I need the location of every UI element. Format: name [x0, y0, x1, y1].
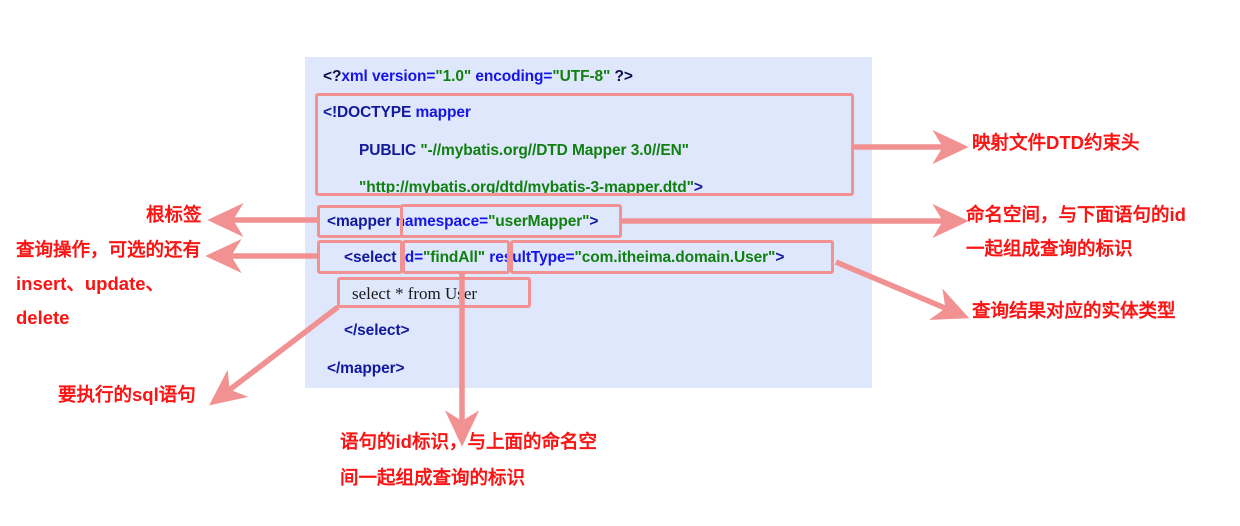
code-line-xml-declaration: <?xml version="1.0" encoding="UTF-8" ?>: [323, 68, 633, 86]
annotation-result-type: 查询结果对应的实体类型: [972, 300, 1176, 321]
annotation-sql-statement: 要执行的sql语句: [58, 384, 196, 405]
sql-highlight-box: [337, 277, 531, 308]
select-close-tag: </select>: [344, 322, 410, 339]
select-tag-highlight-box: [317, 240, 403, 274]
xml-decl-encoding-key: encoding=: [475, 68, 553, 85]
annotation-id-note-line2: 间一起组成查询的标识: [340, 467, 526, 488]
annotation-query-op-line2: insert、update、: [16, 273, 165, 294]
annotation-id-note-line1: 语句的id标识，与上面的命名空: [340, 431, 597, 452]
xml-decl-close: ?>: [610, 68, 633, 85]
resulttype-highlight-box: [510, 240, 834, 274]
mapper-tag-highlight-box: [317, 205, 403, 238]
xml-decl-version-value: "1.0": [435, 68, 472, 85]
doctype-highlight-box: [315, 93, 854, 196]
xml-decl-encoding-value: "UTF-8": [552, 68, 611, 85]
xml-decl-version-key: xml version=: [341, 68, 436, 85]
code-line-mapper-close: </mapper>: [327, 360, 405, 378]
annotation-root-tag: 根标签: [146, 204, 202, 225]
annotation-namespace-line1: 命名空间，与下面语句的id: [966, 204, 1186, 225]
annotation-namespace-line2: 一起组成查询的标识: [966, 238, 1133, 259]
xml-decl-open: <?: [323, 68, 342, 85]
annotation-query-op-line3: delete: [16, 307, 70, 328]
namespace-highlight-box: [400, 204, 622, 238]
mapper-close-tag: </mapper>: [327, 360, 405, 377]
annotation-query-op-line1: 查询操作，可选的还有: [16, 239, 202, 260]
code-line-select-close: </select>: [344, 322, 410, 340]
id-highlight-box: [402, 240, 510, 274]
annotation-dtd-header: 映射文件DTD约束头: [972, 132, 1140, 153]
